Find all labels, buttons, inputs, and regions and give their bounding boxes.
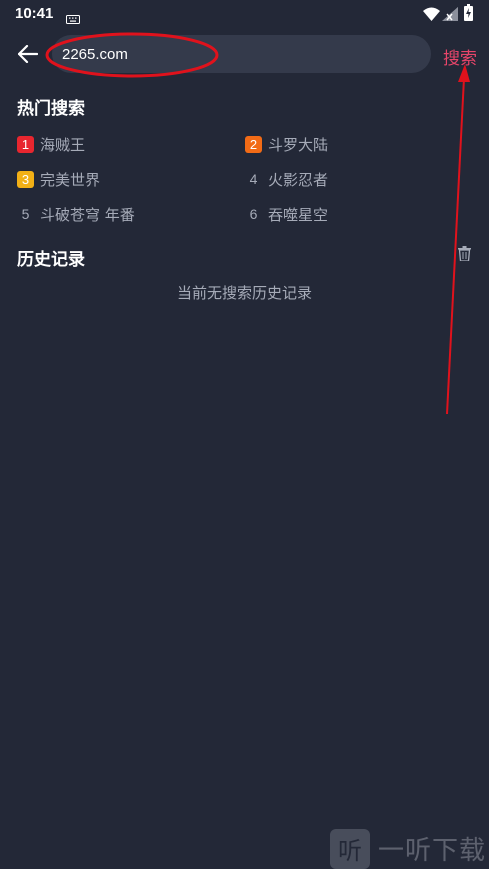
- hot-item-6[interactable]: 6 吞噬星空: [245, 203, 328, 225]
- history-empty-text: 当前无搜索历史记录: [176, 284, 312, 302]
- search-input[interactable]: [62, 35, 422, 73]
- rank-badge: 3: [17, 170, 34, 188]
- battery-charging-icon: [464, 4, 473, 25]
- rank-badge: 2: [245, 135, 262, 153]
- rank-badge: 1: [17, 135, 34, 153]
- hot-item-label: 斗罗大陆: [268, 135, 329, 154]
- hot-item-5[interactable]: 5 斗破苍穹 年番: [17, 203, 135, 225]
- hot-item-2[interactable]: 2 斗罗大陆: [245, 133, 328, 155]
- search-button[interactable]: 搜索: [443, 44, 477, 69]
- rank-number: 5: [21, 206, 30, 222]
- hot-item-label: 斗破苍穹 年番: [40, 205, 135, 224]
- wifi-icon: [423, 6, 440, 25]
- watermark-logo: 听: [330, 828, 370, 869]
- hot-item-label: 海贼王: [40, 135, 86, 154]
- signal-icon: [442, 6, 458, 25]
- watermark: 听 一听下载: [330, 828, 489, 869]
- arrow-left-icon: [18, 45, 38, 63]
- history-title: 历史记录: [17, 250, 85, 270]
- hot-item-label: 火影忍者: [268, 170, 329, 189]
- hot-item-4[interactable]: 4 火影忍者: [245, 168, 328, 190]
- annotation-arrow: [446, 64, 470, 415]
- status-bar: 10:41: [0, 0, 489, 28]
- status-time: 10:41: [15, 5, 54, 22]
- search-box[interactable]: [52, 35, 431, 73]
- watermark-text: 一听下载: [378, 836, 487, 866]
- rank-number: 4: [249, 171, 258, 187]
- trash-icon[interactable]: [458, 246, 471, 265]
- hot-item-label: 吞噬星空: [268, 205, 329, 224]
- keyboard-icon: [66, 9, 80, 28]
- hot-item-label: 完美世界: [40, 170, 101, 189]
- back-button[interactable]: [14, 40, 42, 68]
- hot-item-1[interactable]: 1 海贼王: [17, 133, 85, 155]
- hot-search-title: 热门搜索: [17, 99, 85, 119]
- hot-item-3[interactable]: 3 完美世界: [17, 168, 100, 190]
- rank-number: 6: [249, 206, 258, 222]
